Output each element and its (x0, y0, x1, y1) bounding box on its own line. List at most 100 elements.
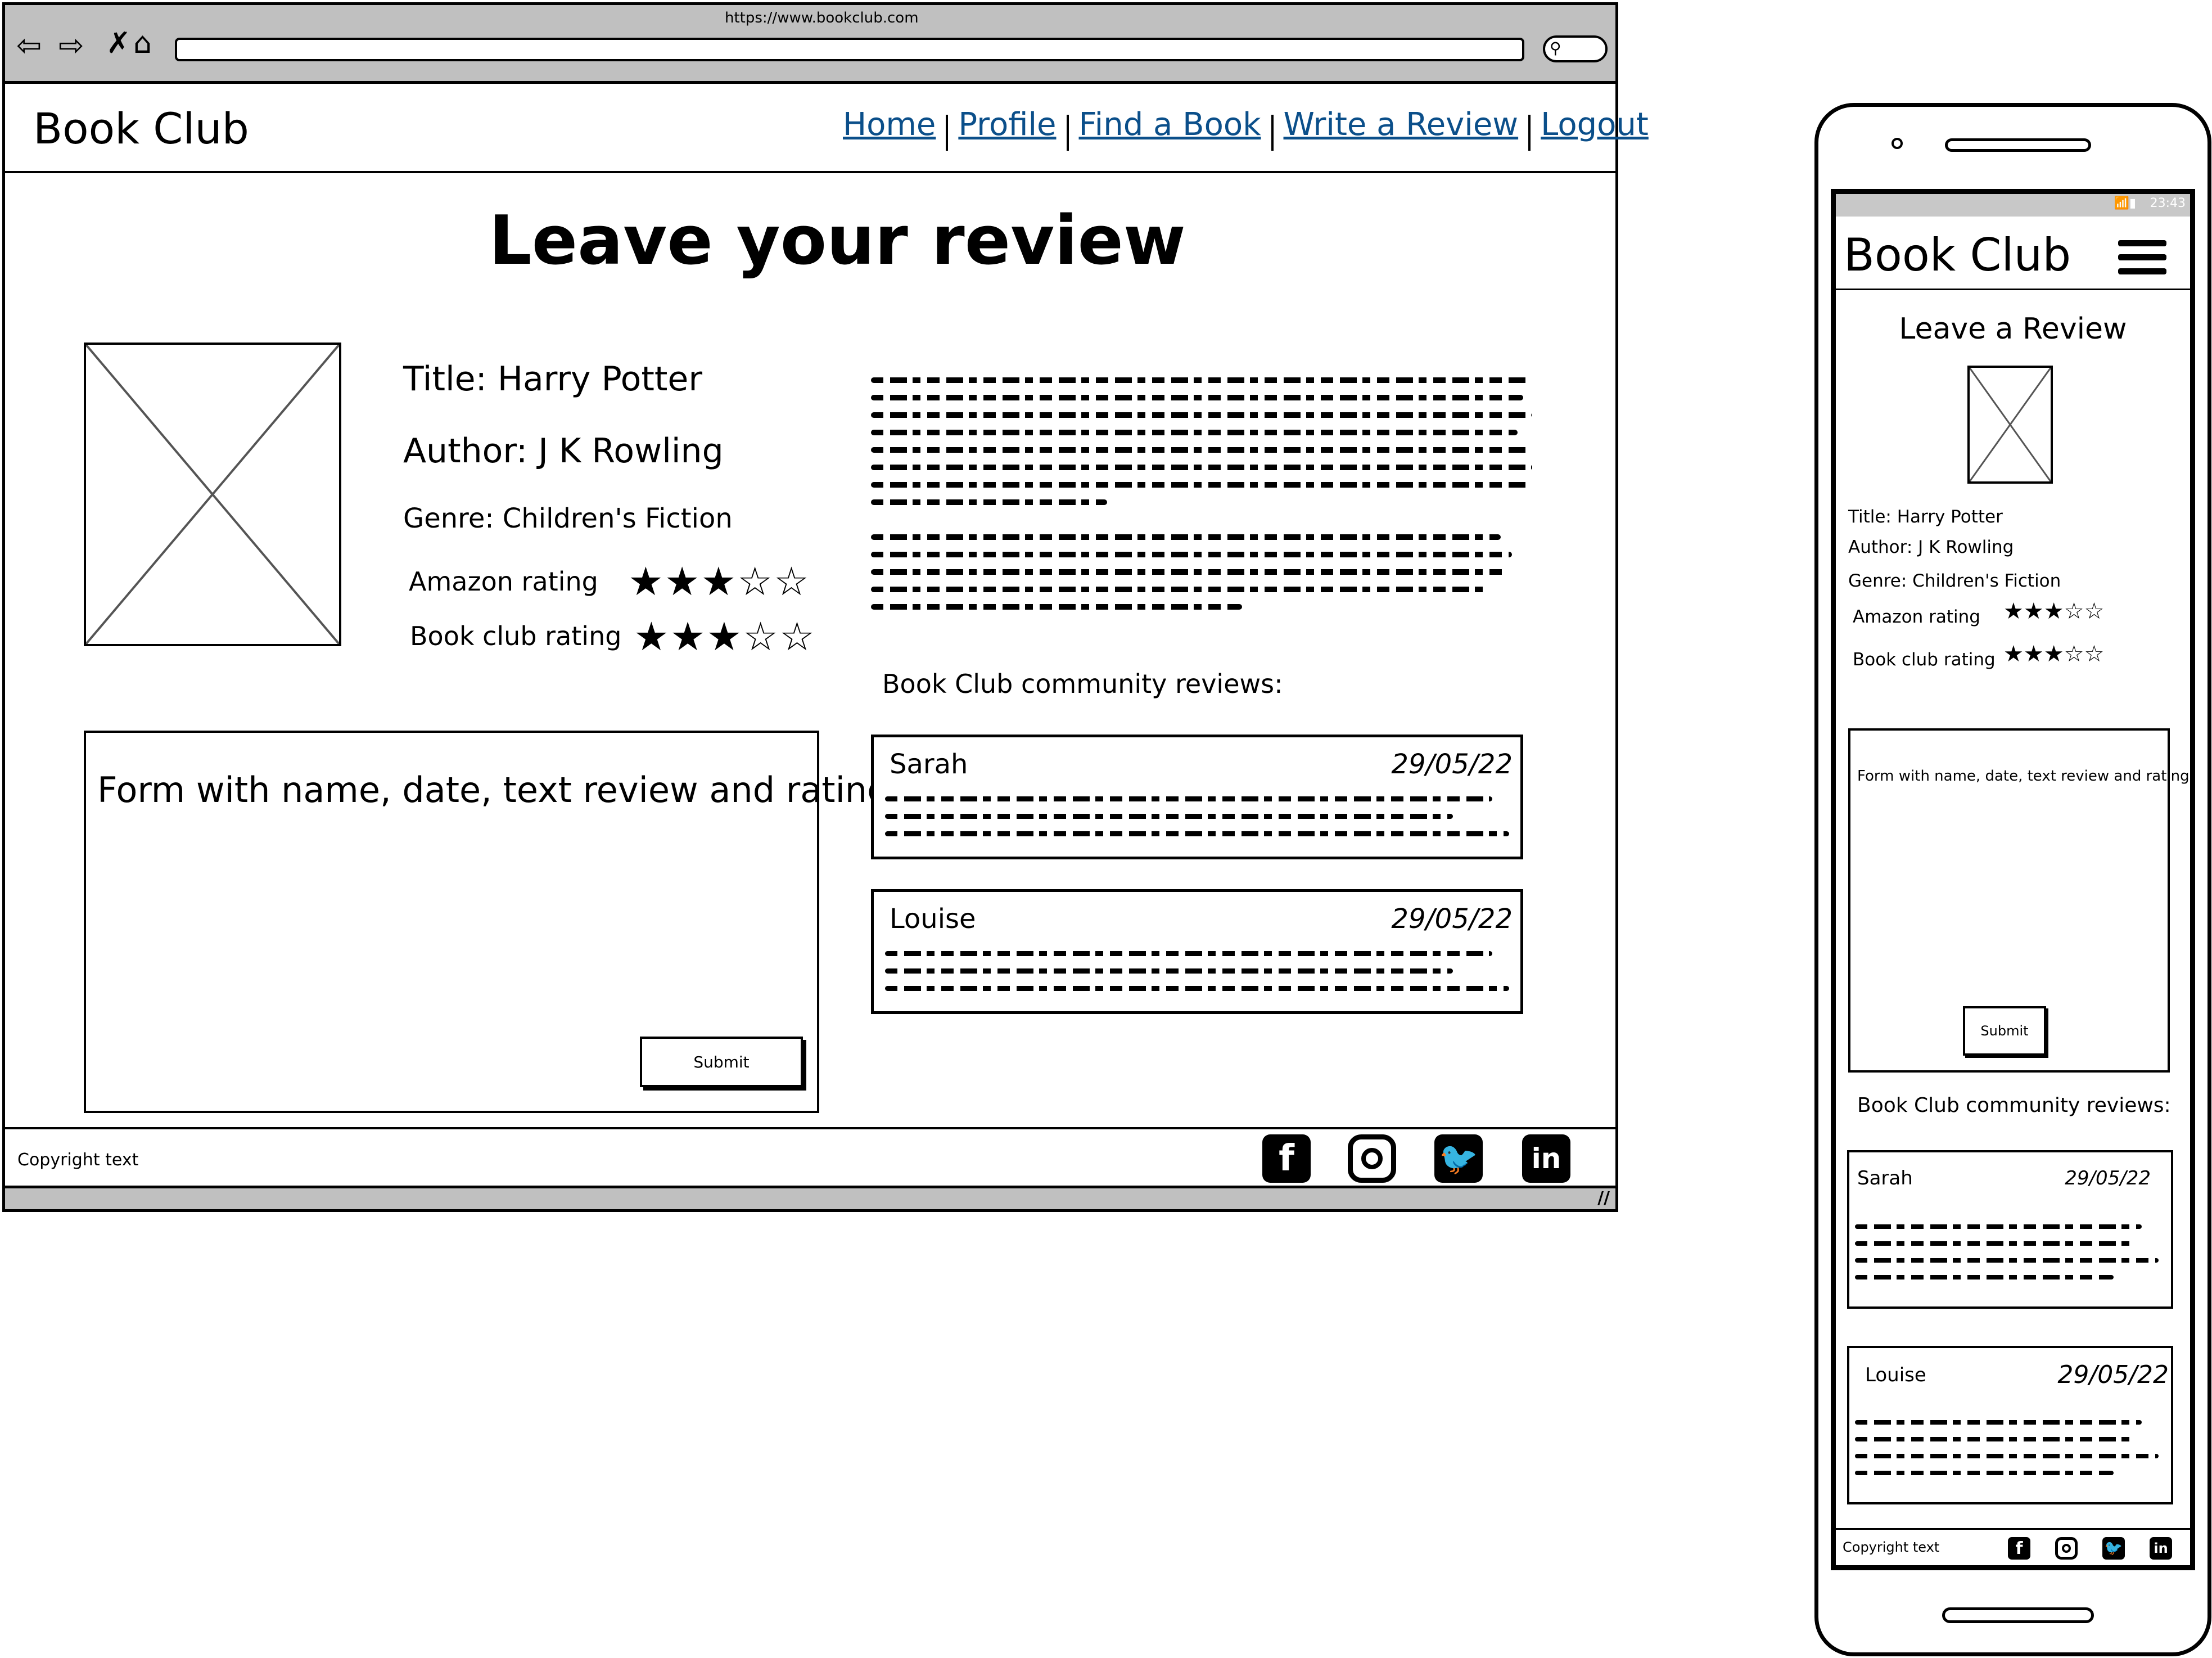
review-text (885, 951, 1509, 991)
signal-battery-icon: 📶▮ (2114, 196, 2137, 210)
star-empty-icon: ☆ (2084, 598, 2105, 624)
mobile-screen: 23:43 📶▮ Book Club Leave a Review Title:… (1831, 189, 2195, 1570)
star-filled-icon: ★ (670, 614, 706, 660)
star-filled-icon: ★ (2003, 598, 2024, 624)
stop-icon[interactable]: ✗ (106, 26, 131, 60)
phone-camera (1892, 138, 1903, 149)
mobile-review-card: Louise 29/05/22 (1847, 1346, 2173, 1504)
browser-toolbar: https://www.bookclub.com ⇦ ⇨ ✗ ⌂ ⚲ (5, 5, 1615, 84)
phone-speaker (1945, 138, 2091, 152)
star-filled-icon: ★ (2043, 598, 2064, 624)
book-title: Title: Harry Potter (403, 359, 703, 399)
home-icon[interactable]: ⌂ (133, 26, 152, 60)
mobile-bookclub-stars: ★★★☆☆ (2003, 643, 2104, 665)
nav-find-a-book[interactable]: Find a Book (1079, 106, 1261, 143)
mobile-review-text (1855, 1224, 2159, 1279)
linkedin-icon[interactable]: in (1522, 1134, 1570, 1183)
mobile-heading: Leave a Review (1899, 312, 2127, 346)
facebook-icon[interactable]: f (1262, 1134, 1311, 1183)
main-nav: Home Profile Find a Book Write a Review Logo… (843, 106, 1649, 151)
mobile-header-divider (1836, 289, 2190, 290)
review-date: 29/05/22 (1391, 749, 1513, 780)
star-filled-icon: ★ (634, 614, 669, 660)
star-empty-icon: ☆ (774, 558, 809, 605)
status-time: 23:43 (2150, 196, 2186, 210)
star-empty-icon: ☆ (737, 558, 773, 605)
mobile-status-bar: 23:43 📶▮ (1836, 194, 2190, 217)
mobile-book-cover-image (1967, 366, 2053, 484)
url-caption: https://www.bookclub.com (725, 10, 919, 26)
twitter-icon[interactable]: 🐦 (1434, 1134, 1483, 1183)
mobile-review-form[interactable]: Form with name, date, text review and ra… (1848, 728, 2190, 1073)
copyright-text: Copyright text (17, 1150, 139, 1170)
star-filled-icon: ★ (701, 558, 737, 605)
footer-divider (5, 1127, 1615, 1129)
page-heading: Leave your review (489, 202, 1186, 280)
review-text (885, 796, 1509, 836)
mobile-footer-divider (1836, 1528, 2190, 1530)
mobile-reviewer-name: Louise (1865, 1364, 1926, 1386)
amazon-rating-stars: ★★★☆☆ (628, 562, 810, 601)
nav-write-a-review[interactable]: Write a Review (1284, 106, 1519, 143)
review-date: 29/05/22 (1391, 903, 1513, 935)
browser-status-bar: // (5, 1186, 1615, 1209)
star-filled-icon: ★ (2023, 641, 2044, 667)
hamburger-menu-icon[interactable] (2118, 240, 2166, 274)
back-icon[interactable]: ⇦ (16, 28, 42, 63)
star-empty-icon: ☆ (2064, 641, 2084, 667)
amazon-rating-label: Amazon rating (409, 566, 598, 597)
star-filled-icon: ★ (2023, 598, 2044, 624)
star-empty-icon: ☆ (2084, 641, 2105, 667)
instagram-icon[interactable] (1348, 1134, 1396, 1183)
star-filled-icon: ★ (706, 614, 742, 660)
mobile-amazon-label: Amazon rating (1853, 607, 1980, 627)
browser-search-box[interactable]: ⚲ (1543, 35, 1608, 62)
mobile-review-text (1855, 1420, 2159, 1475)
mobile-book-genre: Genre: Children's Fiction (1848, 571, 2061, 591)
mobile-book-title: Title: Harry Potter (1848, 507, 2003, 527)
review-card: Louise 29/05/22 (871, 889, 1523, 1014)
mobile-linkedin-icon[interactable]: in (2150, 1537, 2172, 1560)
book-description (871, 377, 1534, 610)
mobile-amazon-stars: ★★★☆☆ (2003, 600, 2104, 623)
star-empty-icon: ☆ (779, 614, 815, 660)
mobile-book-author: Author: J K Rowling (1848, 537, 2014, 557)
mobile-review-date: 29/05/22 (2057, 1360, 2169, 1389)
form-placeholder-text: Form with name, date, text review and ra… (97, 769, 890, 810)
mobile-review-date: 29/05/22 (2065, 1167, 2151, 1190)
submit-button[interactable]: Submit (640, 1037, 803, 1087)
mobile-community-heading: Book Club community reviews: (1857, 1094, 2171, 1117)
review-form[interactable]: Form with name, date, text review and ra… (84, 731, 889, 1113)
search-icon: ⚲ (1550, 39, 1561, 57)
bookclub-rating-label: Book club rating (410, 621, 622, 651)
review-card: Sarah 29/05/22 (871, 735, 1523, 859)
resize-grip-icon[interactable]: // (1597, 1188, 1610, 1208)
reviewer-name: Louise (890, 903, 976, 935)
mobile-facebook-icon[interactable]: f (2008, 1537, 2030, 1560)
nav-logout[interactable]: Logout (1541, 106, 1649, 143)
star-filled-icon: ★ (2003, 641, 2024, 667)
site-brand[interactable]: Book Club (33, 103, 249, 154)
book-author: Author: J K Rowling (403, 431, 724, 471)
address-bar[interactable] (175, 38, 1524, 61)
mobile-form-placeholder: Form with name, date, text review and ra… (1857, 768, 2190, 785)
mobile-review-card: Sarah 29/05/22 (1847, 1150, 2173, 1309)
mobile-brand[interactable]: Book Club (1844, 229, 2071, 281)
star-filled-icon: ★ (664, 558, 700, 605)
mobile-reviewer-name: Sarah (1857, 1167, 1913, 1190)
phone-home-button[interactable] (1942, 1607, 2094, 1623)
nav-profile[interactable]: Profile (958, 106, 1056, 143)
header-divider (5, 171, 1615, 173)
mobile-twitter-icon[interactable]: 🐦 (2102, 1537, 2125, 1560)
forward-icon[interactable]: ⇨ (58, 28, 84, 63)
star-empty-icon: ☆ (743, 614, 779, 660)
book-cover-image (84, 343, 341, 646)
mobile-instagram-icon[interactable] (2055, 1537, 2078, 1560)
nav-home[interactable]: Home (843, 106, 936, 143)
book-genre: Genre: Children's Fiction (403, 503, 733, 534)
bookclub-rating-stars: ★★★☆☆ (634, 617, 816, 656)
star-filled-icon: ★ (628, 558, 663, 605)
mobile-submit-button[interactable]: Submit (1963, 1006, 2046, 1056)
star-empty-icon: ☆ (2064, 598, 2084, 624)
mobile-bookclub-label: Book club rating (1853, 650, 1996, 670)
